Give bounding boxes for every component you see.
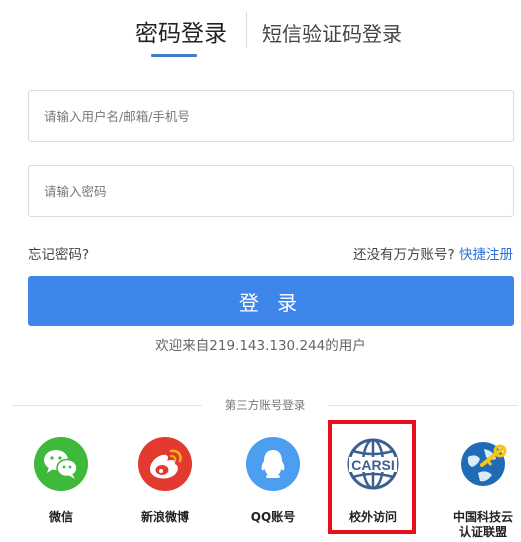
welcome-message: 欢迎来自219.143.130.244的用户 [155,338,366,354]
weibo-login[interactable]: 新浪微博 [125,437,205,525]
wechat-icon [34,437,88,491]
cstcloud-login[interactable]: 中国科技云 认证联盟 [443,437,521,540]
login-tabs: 密码登录 短信验证码登录 [0,6,521,64]
quick-register-link[interactable]: 快捷注册 [459,247,513,263]
tab-sms-login[interactable]: 短信验证码登录 [262,18,402,47]
active-tab-underline [151,54,197,57]
register-line: 还没有万方账号? 快捷注册 [353,243,513,263]
login-button[interactable]: 登 录 [28,276,514,326]
third-party-divider: 第三方账号登录 [12,395,518,415]
cstcloud-icon [456,437,510,491]
qq-label: QQ账号 [250,510,296,524]
forgot-password-link[interactable]: 忘记密码? [28,243,89,263]
carsi-highlight-box [328,420,416,534]
wechat-label: 微信 [48,510,73,524]
username-input[interactable] [29,91,513,141]
cstcloud-label: 中国科技云 认证联盟 [452,510,513,539]
tab-password-login[interactable]: 密码登录 [135,14,227,48]
wechat-login[interactable]: 微信 [21,437,101,525]
weibo-icon [138,437,192,491]
weibo-label: 新浪微博 [140,510,189,524]
password-input[interactable] [29,166,513,216]
qq-icon [246,437,300,491]
qq-login[interactable]: QQ账号 [233,437,313,525]
tab-divider [246,12,247,48]
username-field-container [28,90,514,142]
password-field-container [28,165,514,217]
no-account-prompt: 还没有万方账号? [353,247,455,263]
divider-line-right [328,405,518,406]
